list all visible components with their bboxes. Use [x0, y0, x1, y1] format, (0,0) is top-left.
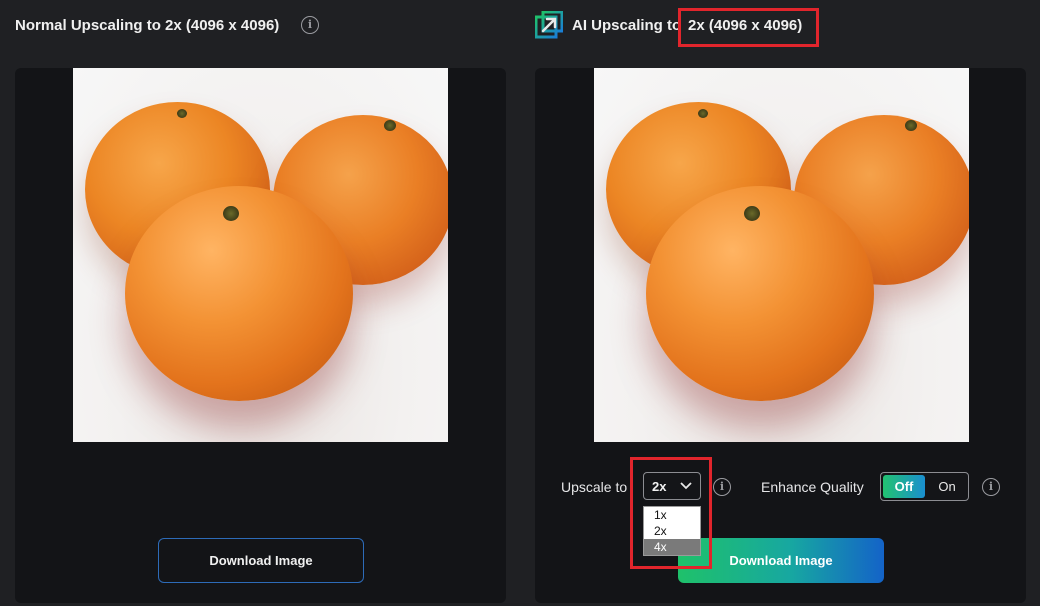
ai-upscaling-size: 2x (4096 x 4096): [688, 17, 803, 34]
highlight-box-dropdown-overlay: [630, 457, 712, 569]
upscale-to-label: Upscale to: [561, 479, 628, 495]
toggle-off-option[interactable]: Off: [883, 475, 925, 498]
ai-upscaling-title: AI Upscaling to: [572, 17, 682, 34]
normal-upscaling-title: Normal Upscaling to 2x (4096 x 4096): [15, 17, 280, 34]
info-icon[interactable]: i: [982, 478, 1000, 496]
upscale-logo-icon: [534, 10, 564, 39]
info-icon[interactable]: i: [301, 16, 319, 34]
enhance-quality-label: Enhance Quality: [761, 479, 864, 495]
normal-upscaled-image: [73, 68, 448, 442]
enhance-quality-toggle[interactable]: Off On: [880, 472, 969, 501]
ai-upscaled-image: [594, 68, 969, 442]
info-icon[interactable]: i: [713, 478, 731, 496]
download-image-button[interactable]: Download Image: [158, 538, 364, 583]
toggle-on-option[interactable]: On: [927, 475, 967, 498]
